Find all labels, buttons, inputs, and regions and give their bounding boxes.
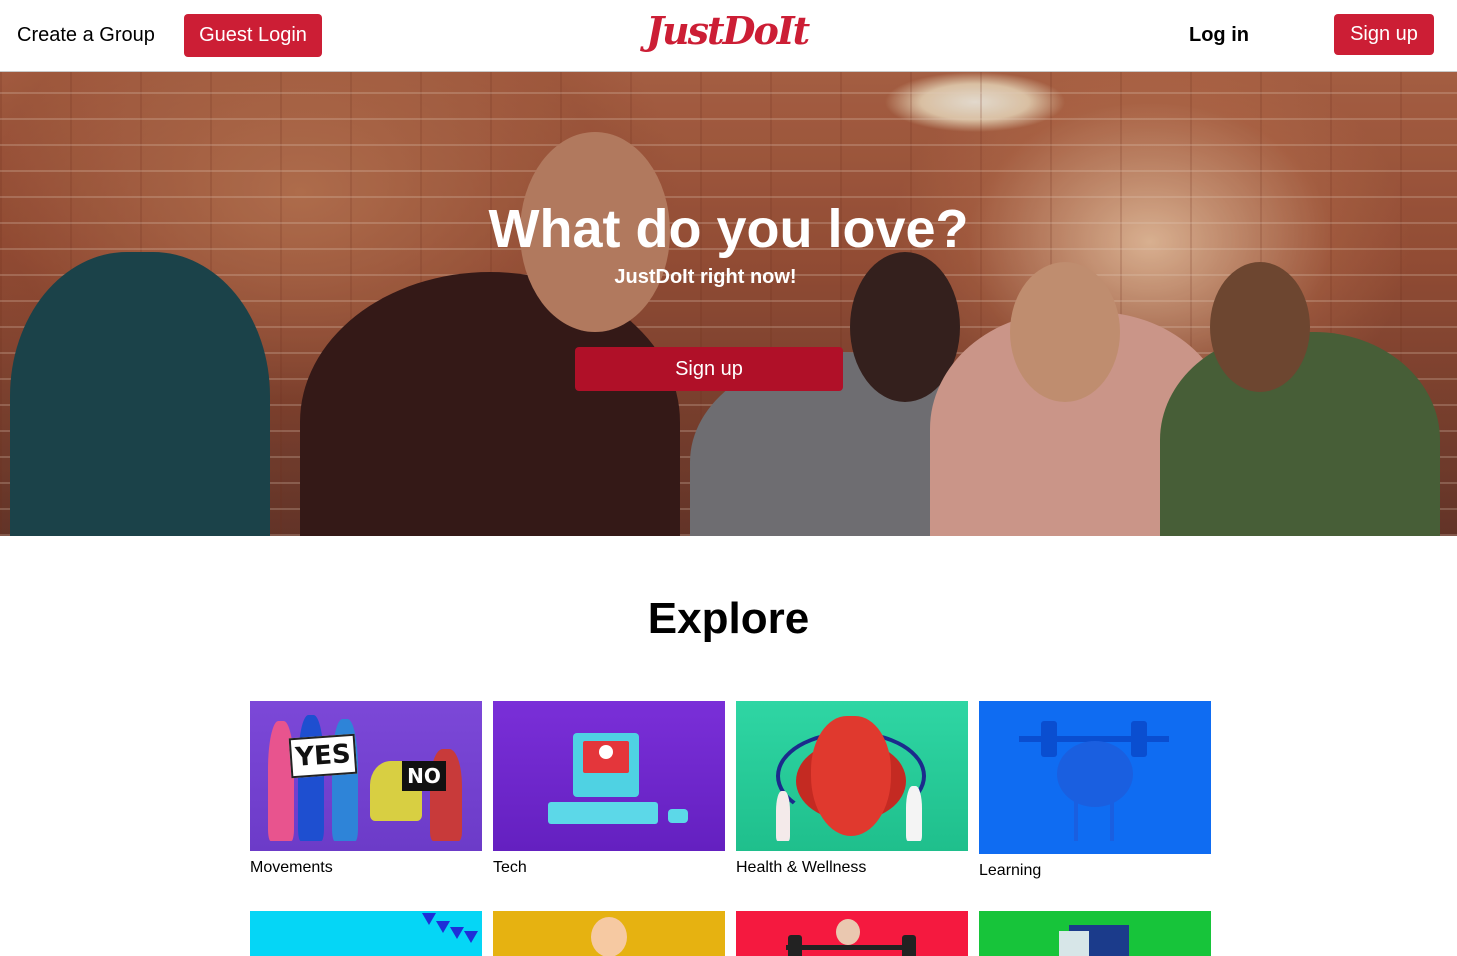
category-image-health-wellness bbox=[736, 701, 968, 851]
keyboard-illustration bbox=[548, 802, 658, 824]
category-label: Movements bbox=[250, 859, 333, 876]
category-card-image[interactable] bbox=[736, 911, 968, 956]
category-card-image[interactable] bbox=[493, 911, 725, 956]
bunting-flag bbox=[436, 921, 450, 933]
hero-subtitle: JustDoIt right now! bbox=[614, 266, 797, 288]
login-link[interactable]: Log in bbox=[1189, 24, 1249, 46]
category-label: Learning bbox=[979, 862, 1042, 879]
barbell-plate bbox=[788, 935, 802, 956]
category-image-tech bbox=[493, 701, 725, 851]
heart-illustration bbox=[811, 716, 891, 836]
brain-legs-illustration bbox=[1074, 801, 1114, 841]
hero-banner: What do you love? JustDoIt right now! Si… bbox=[0, 72, 1457, 536]
doctor-figure bbox=[906, 786, 922, 841]
category-card-image[interactable] bbox=[979, 911, 1211, 956]
barbell-plate bbox=[902, 935, 916, 956]
yes-sign: YES bbox=[288, 733, 358, 779]
category-label: Health & Wellness bbox=[736, 859, 867, 876]
hero-title: What do you love? bbox=[488, 199, 969, 259]
category-card-movements[interactable]: YES NO Movements bbox=[250, 701, 482, 877]
guest-login-button[interactable]: Guest Login bbox=[184, 14, 322, 57]
justdoit-logo[interactable]: JustDoIt bbox=[646, 8, 810, 54]
computer-screen bbox=[583, 741, 629, 773]
top-navbar: Create a Group Guest Login JustDoIt Log … bbox=[0, 0, 1457, 72]
bunting-flag bbox=[422, 913, 436, 925]
category-card-image[interactable] bbox=[250, 911, 482, 956]
no-sign: NO bbox=[402, 761, 446, 791]
bunting-flag bbox=[450, 927, 464, 939]
category-card-health-wellness[interactable]: Health & Wellness bbox=[736, 701, 968, 877]
create-group-link[interactable]: Create a Group bbox=[17, 24, 155, 46]
hero-overlay bbox=[0, 72, 1457, 536]
category-image-learning bbox=[979, 701, 1211, 854]
retro-computer-illustration bbox=[573, 733, 639, 797]
category-image-movements: YES NO bbox=[250, 701, 482, 851]
barbell-illustration bbox=[786, 945, 916, 950]
doctor-figure bbox=[776, 791, 790, 841]
lifter-head bbox=[836, 919, 860, 945]
signup-button-header[interactable]: Sign up bbox=[1334, 14, 1434, 55]
brain-illustration bbox=[1057, 741, 1133, 807]
barbell-plate bbox=[1041, 721, 1057, 757]
barbell-plate bbox=[1131, 721, 1147, 757]
baby-illustration bbox=[591, 917, 627, 956]
category-label: Tech bbox=[493, 859, 527, 876]
object-illustration bbox=[1059, 931, 1089, 956]
category-card-learning[interactable]: Learning bbox=[979, 701, 1211, 880]
mouse-illustration bbox=[668, 809, 688, 823]
bunting-flag bbox=[464, 931, 478, 943]
explore-heading: Explore bbox=[647, 594, 810, 643]
category-card-tech[interactable]: Tech bbox=[493, 701, 725, 877]
meetup-logo-icon bbox=[599, 745, 613, 759]
person-figure bbox=[298, 715, 324, 841]
signup-button-hero[interactable]: Sign up bbox=[575, 347, 843, 391]
